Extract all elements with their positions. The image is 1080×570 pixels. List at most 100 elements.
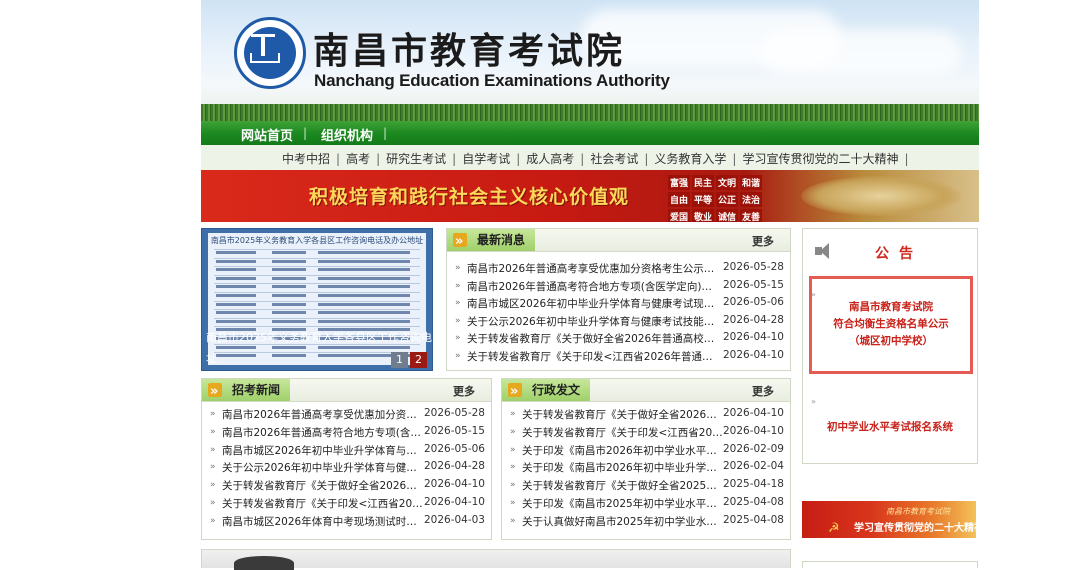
bullet-icon: » (455, 280, 461, 291)
bottom-right-panel (802, 561, 978, 568)
table-cell-text (272, 276, 306, 280)
bullet-icon: » (210, 426, 216, 437)
list-item[interactable]: » 关于印发《南昌市2025年初中学业水平考试... 2025-04-08 (508, 495, 784, 512)
notice-line-1: 南昌市教育考试院 (849, 301, 933, 313)
latest-news-more-link[interactable]: 更多 (752, 233, 774, 249)
subnav-social[interactable]: 社会考试 (590, 152, 638, 166)
slide-page-1[interactable]: 1 (391, 352, 408, 368)
list-item-title[interactable]: 南昌市2026年普通高考符合地方专项(含医学定向)报考... (467, 279, 717, 294)
list-item[interactable]: » 关于转发省教育厅《关于印发<江西省2026年普通高校招... 2026-04-1… (453, 348, 784, 365)
nav-home[interactable]: 网站首页 (241, 125, 293, 144)
list-item-title[interactable]: 关于转发省教育厅《关于印发<江西省2026... (522, 425, 727, 440)
list-item[interactable]: » 关于转发省教育厅《关于做好全省2026年普... 2026-04-10 (208, 477, 485, 494)
list-item-title[interactable]: 关于印发《南昌市2026年初中学业水平考试... (522, 443, 727, 458)
arrow-icon (508, 381, 522, 403)
list-item-title[interactable]: 南昌市城区2026年体育中考现场测试时段电... (222, 514, 427, 529)
list-item-title[interactable]: 关于转发省教育厅《关于做好全省2026年普通高校招生享... (467, 331, 717, 346)
list-item[interactable]: » 南昌市2026年普通高考符合地方专项(含医... 2026-05-15 (208, 424, 485, 441)
list-item[interactable]: » 南昌市2026年普通高考享受优惠加分资格考... 2026-05-28 (208, 406, 485, 423)
bottom-image-panel (201, 549, 791, 570)
list-item[interactable]: » 关于转发省教育厅《关于做好全省2026年普通高校招生享... 2026-04-1… (453, 330, 784, 347)
list-item[interactable]: » 关于认真做好南昌市2025年初中学业水平考... 2025-04-08 (508, 513, 784, 530)
list-item-title[interactable]: 关于转发省教育厅《关于做好全省2026年普... (522, 407, 727, 422)
nav-organization[interactable]: 组织机构 (321, 125, 373, 144)
subnav-compulsory[interactable]: 义务教育入学 (654, 152, 726, 166)
list-item-date: 2026-04-10 (423, 478, 485, 491)
table-cell-text (318, 285, 410, 289)
list-item-title[interactable]: 南昌市城区2026年初中毕业升学体育与健康... (222, 443, 427, 458)
slide-caption[interactable]: 南昌市2025年义务教育入学各县区工作咨询电话及办公地址 (206, 329, 432, 345)
registration-system-link[interactable]: 初中学业水平考试报名系统 (803, 419, 977, 434)
table-cell-text (272, 345, 306, 349)
notice-featured-link[interactable]: 南昌市教育考试院 符合均衡生资格名单公示 （城区初中学校） (809, 276, 973, 374)
list-item[interactable]: » 关于印发《南昌市2026年初中学业水平考试... 2026-02-09 (508, 442, 784, 459)
list-item[interactable]: » 关于印发《南昌市2026年初中毕业升学体育... 2026-02-04 (508, 459, 784, 476)
site-header: 南昌市教育考试院 Nanchang Education Examinations… (201, 0, 979, 121)
list-item[interactable]: » 关于转发省教育厅《关于做好全省2025年普... 2025-04-18 (508, 477, 784, 494)
list-item-title[interactable]: 关于转发省教育厅《关于做好全省2026年普... (222, 478, 427, 493)
list-item-title[interactable]: 关于转发省教育厅《关于印发<江西省2026年普通高校招... (467, 349, 717, 364)
list-item-title[interactable]: 关于转发省教育厅《关于做好全省2025年普... (522, 478, 727, 493)
list-item-date: 2026-04-10 (722, 424, 784, 437)
list-item-title[interactable]: 南昌市城区2026年初中毕业升学体育与健康考试现场测试... (467, 296, 717, 311)
list-item[interactable]: » 关于转发省教育厅《关于做好全省2026年普... 2026-04-10 (508, 406, 784, 423)
subnav-self-study[interactable]: 自学考试 (462, 152, 510, 166)
subnav-party-study[interactable]: 学习宣传贯彻党的二十大精神 (742, 152, 898, 166)
value-tag: 和谐 (740, 175, 763, 190)
list-item[interactable]: » 关于公示2026年初中毕业升学体育与健康考... 2026-04-28 (208, 459, 485, 476)
table-cell-text (318, 302, 410, 306)
list-item-date: 2025-04-08 (722, 496, 784, 508)
subnav-graduate[interactable]: 研究生考试 (386, 152, 446, 166)
subnav-zhongkao[interactable]: 中考中招 (282, 152, 330, 166)
list-item-title[interactable]: 关于公示2026年初中毕业升学体育与健康考... (222, 460, 427, 475)
table-row-line (214, 257, 420, 259)
list-item[interactable]: » 关于转发省教育厅《关于印发<江西省2026... 2026-04-10 (508, 424, 784, 441)
list-item-title[interactable]: 关于转发省教育厅《关于印发<江西省2026... (222, 496, 427, 511)
admissions-news-panel: 招考新闻 更多 »南昌市2026年普通高考享受优惠加分资格考...2026-05… (201, 378, 492, 540)
subnav-gaokao[interactable]: 高考 (346, 152, 370, 166)
list-item-date: 2026-04-10 (722, 349, 784, 361)
value-tag: 平等 (692, 192, 715, 207)
list-item-date: 2026-04-10 (423, 496, 485, 508)
table-cell-text (272, 251, 306, 254)
list-item-title[interactable]: 关于公示2026年初中毕业升学体育与健康考试技能类选考... (467, 314, 717, 329)
list-item-title[interactable]: 南昌市2026年普通高考享受优惠加分资格考... (222, 407, 427, 422)
arrow-icon (208, 381, 222, 403)
list-item[interactable]: » 关于转发省教育厅《关于印发<江西省2026... 2026-04-10 (208, 495, 485, 512)
party-study-banner[interactable]: ☭ 南昌市教育考试院 学习宣传贯彻党的二十大精神 (802, 501, 976, 538)
table-row-line (214, 309, 420, 311)
admin-docs-title: 行政发文 (532, 383, 581, 397)
list-item[interactable]: » 关于公示2026年初中毕业升学体育与健康考试技能类选考... 2026-04-2… (453, 313, 784, 330)
admin-docs-more-link[interactable]: 更多 (752, 383, 774, 399)
list-item[interactable]: » 南昌市2026年普通高考享受优惠加分资格考生公示名单 2026-05-28 (453, 260, 784, 277)
bullet-icon: » (510, 426, 516, 437)
list-item[interactable]: » 南昌市城区2026年初中毕业升学体育与健康考试现场测试... 2026-05-0… (453, 295, 784, 312)
list-item-title[interactable]: 关于印发《南昌市2025年初中学业水平考试... (522, 496, 727, 511)
list-item-title[interactable]: 关于印发《南昌市2026年初中毕业升学体育... (522, 460, 727, 475)
table-cell-text (272, 319, 306, 323)
list-item-date: 2026-05-28 (722, 261, 784, 273)
admissions-news-more-link[interactable]: 更多 (453, 383, 475, 399)
bullet-icon: » (811, 397, 816, 406)
list-item-title[interactable]: 南昌市2026年普通高考符合地方专项(含医... (222, 425, 427, 440)
speaker-icon (815, 242, 837, 260)
table-cell-text (216, 259, 256, 263)
image-slideshow[interactable]: 南昌市2025年义务教育入学各县区工作咨询电话及办公地址 南昌市2025年义务教… (201, 228, 433, 371)
bullet-icon: » (510, 480, 516, 491)
bullet-icon: » (210, 515, 216, 526)
nav-separator: | (383, 126, 388, 140)
list-item[interactable]: » 南昌市城区2026年体育中考现场测试时段电... 2026-04-03 (208, 513, 485, 530)
list-item-title[interactable]: 南昌市2026年普通高考享受优惠加分资格考生公示名单 (467, 261, 717, 276)
value-tag: 法治 (740, 192, 763, 207)
table-row-line (214, 352, 420, 354)
list-item[interactable]: » 南昌市2026年普通高考符合地方专项(含医学定向)报考... 2026-05-1… (453, 278, 784, 295)
table-cell-text (216, 311, 256, 315)
list-item[interactable]: » 南昌市城区2026年初中毕业升学体育与健康... 2026-05-06 (208, 442, 485, 459)
subnav-adult[interactable]: 成人高考 (526, 152, 574, 166)
value-tag: 爱国 (668, 209, 691, 222)
list-item-date: 2026-04-28 (722, 313, 784, 326)
slide-page-2[interactable]: 2 (410, 352, 427, 368)
list-item-title[interactable]: 关于认真做好南昌市2025年初中学业水平考... (522, 514, 727, 529)
slide-image[interactable]: 南昌市2025年义务教育入学各县区工作咨询电话及办公地址 (208, 233, 426, 365)
party-banner-org: 南昌市教育考试院 (886, 507, 950, 516)
